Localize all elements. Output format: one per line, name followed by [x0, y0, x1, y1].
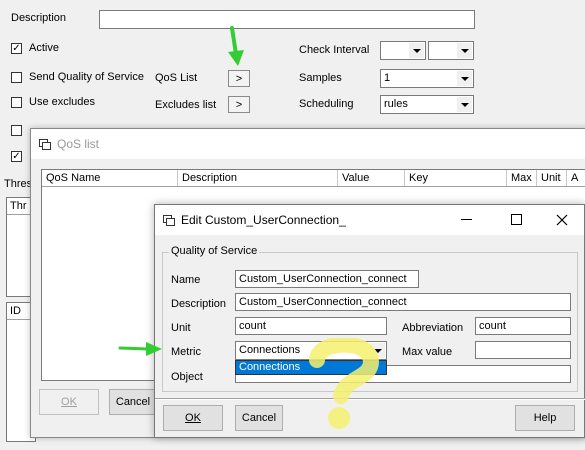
- qos-list-header: QoS Name Description Value Key Max Unit …: [42, 170, 585, 187]
- qos-group-label: Quality of Service: [169, 245, 260, 257]
- ok-button[interactable]: OK: [163, 405, 223, 431]
- qos-list-titlebar: QoS list: [31, 129, 585, 159]
- qos-list-ok-button[interactable]: OK: [39, 389, 99, 415]
- cancel-button[interactable]: Cancel: [235, 405, 283, 431]
- metric-value: Connections: [239, 344, 301, 356]
- col-unit[interactable]: Unit: [537, 170, 567, 186]
- qos-list-cancel-button[interactable]: Cancel: [109, 389, 157, 415]
- check-interval-value-combo[interactable]: [380, 41, 426, 60]
- col-description[interactable]: Description: [178, 170, 338, 186]
- description-input[interactable]: Custom_UserConnection_connect: [235, 293, 571, 311]
- description-label: Description: [171, 298, 227, 310]
- partial-checkbox-1[interactable]: [11, 125, 22, 136]
- chevron-down-icon: [409, 43, 424, 58]
- max-value-label: Max value: [402, 346, 453, 358]
- green-arrow-down-icon: [228, 26, 244, 66]
- abbreviation-input[interactable]: count: [475, 317, 571, 335]
- green-arrow-right-icon: [118, 342, 162, 356]
- ok-label: OK: [185, 412, 201, 424]
- window-app-icon: [39, 138, 51, 150]
- unit-input[interactable]: count: [235, 317, 387, 335]
- max-value-input[interactable]: [475, 341, 571, 359]
- qos-list-ok-label: OK: [61, 396, 77, 408]
- edit-dialog-titlebar: Edit Custom_UserConnection_: [155, 205, 584, 235]
- qos-list-label: QoS List: [155, 72, 198, 84]
- scheduling-value: rules: [384, 98, 408, 110]
- chevron-down-icon: [457, 97, 472, 112]
- check-interval-unit-combo[interactable]: [428, 41, 474, 60]
- abbreviation-label: Abbreviation: [402, 322, 464, 334]
- object-label: Object: [171, 371, 203, 383]
- send-qos-checkbox[interactable]: [11, 72, 22, 83]
- col-qos-name[interactable]: QoS Name: [42, 170, 178, 186]
- qos-list-button[interactable]: >: [228, 70, 250, 87]
- name-label: Name: [171, 274, 201, 286]
- close-icon[interactable]: [556, 214, 568, 226]
- use-excludes-checkbox[interactable]: [11, 97, 22, 108]
- qos-list-cancel-label: Cancel: [115, 396, 151, 408]
- col-max[interactable]: Max: [507, 170, 537, 186]
- samples-combo[interactable]: 1: [380, 69, 474, 88]
- col-value[interactable]: Value: [338, 170, 405, 186]
- col-a[interactable]: A: [567, 170, 585, 186]
- send-qos-label: Send Quality of Service: [29, 71, 144, 83]
- partial-checkbox-2[interactable]: ✓: [11, 151, 22, 162]
- minimize-icon[interactable]: [461, 219, 472, 220]
- chevron-down-icon: [457, 43, 472, 58]
- description-label: Description: [11, 12, 67, 24]
- name-input[interactable]: Custom_UserConnection_connect: [235, 270, 419, 288]
- qos-list-title: QoS list: [57, 137, 100, 151]
- window-app-icon: [163, 214, 175, 226]
- question-mark-highlight-icon: [309, 338, 380, 429]
- maximize-icon[interactable]: [511, 214, 522, 225]
- unit-label: Unit: [171, 322, 191, 334]
- col-key[interactable]: Key: [405, 170, 507, 186]
- cancel-label: Cancel: [241, 412, 277, 424]
- scheduling-combo[interactable]: rules: [380, 95, 474, 114]
- metric-label: Metric: [171, 346, 201, 358]
- active-checkbox[interactable]: ✓: [11, 43, 22, 54]
- thresholds-label: Thres: [4, 178, 33, 190]
- help-label: Help: [533, 412, 557, 424]
- use-excludes-label: Use excludes: [29, 96, 96, 108]
- active-label: Active: [29, 42, 59, 54]
- description-input[interactable]: [99, 10, 475, 29]
- help-button[interactable]: Help: [515, 405, 575, 431]
- excludes-list-button[interactable]: >: [228, 96, 250, 113]
- excludes-list-label: Excludes list: [155, 99, 217, 111]
- scheduling-label: Scheduling: [299, 98, 354, 110]
- check-interval-label: Check Interval: [299, 44, 370, 56]
- samples-value: 1: [384, 72, 391, 84]
- chevron-down-icon: [457, 71, 472, 86]
- samples-label: Samples: [299, 72, 342, 84]
- edit-dialog-title: Edit Custom_UserConnection_: [181, 213, 346, 227]
